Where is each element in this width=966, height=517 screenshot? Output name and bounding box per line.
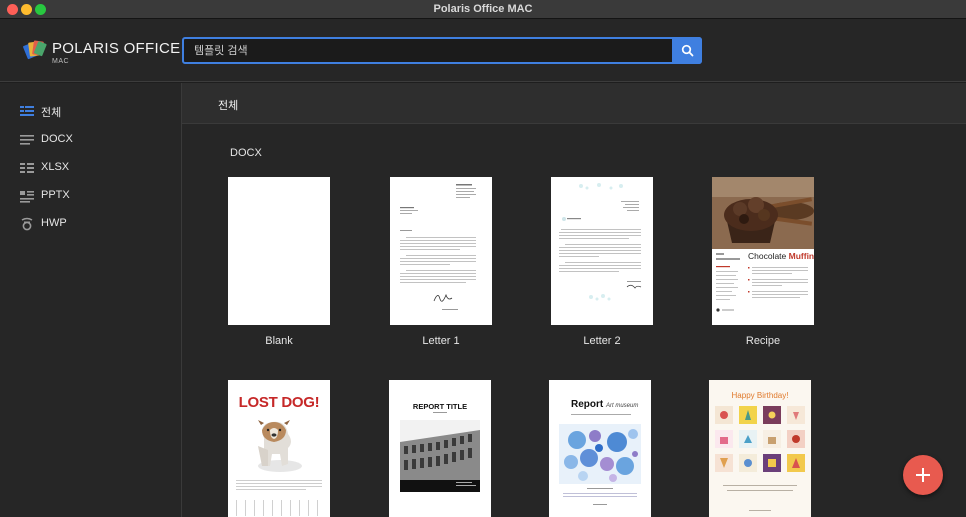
recipe-heading: Chocolate Muffin: [748, 251, 814, 261]
docx-lines-icon: [20, 135, 34, 145]
new-document-button[interactable]: [903, 455, 943, 495]
sidebar-item-pptx[interactable]: PPTX: [0, 185, 182, 207]
template-thumbnail-recipe: Chocolate Muffin: [712, 177, 814, 325]
birthday-heading: Happy Birthday!: [731, 391, 789, 400]
search-input[interactable]: [184, 39, 673, 62]
paint-splash-image: [559, 424, 641, 484]
report-title-heading: REPORT TITLE: [412, 402, 468, 411]
sidebar-item-label: DOCX: [41, 133, 73, 145]
all-grid-icon: [20, 106, 34, 116]
birthday-cards-grid: [715, 406, 805, 472]
template-thumbnail-lost-dog: LOST DOG!: [228, 380, 330, 517]
sidebar-item-label: XLSX: [41, 161, 70, 173]
sidebar-item-all[interactable]: 전체: [0, 100, 182, 122]
bulldog-photo: [236, 420, 322, 516]
category-tab-bar: 전체: [182, 83, 966, 124]
app-header: POLARIS OFFICE MAC: [0, 19, 966, 82]
logo-subtitle: MAC: [52, 58, 70, 65]
template-thumbnail-birthday: Happy Birthday!: [709, 380, 811, 517]
title-bar: Polaris Office MAC: [0, 0, 966, 19]
template-label: Letter 2: [583, 335, 621, 347]
search-icon: [681, 44, 693, 57]
template-gallery: 전체 DOCX Blank Letter 1 Letter 2 Chocolat…: [182, 83, 966, 517]
polaris-logo[interactable]: POLARIS OFFICE MAC: [22, 37, 180, 69]
xlsx-grid-icon: [20, 163, 34, 173]
window-title: Polaris Office MAC: [433, 3, 533, 15]
sidebar-item-xlsx[interactable]: XLSX: [0, 157, 182, 179]
pptx-slides-icon: [20, 191, 34, 203]
sidebar-item-label: 전체: [41, 107, 62, 119]
template-label: Blank: [265, 335, 293, 347]
template-search: [182, 37, 702, 64]
section-title-docx: DOCX: [230, 147, 262, 159]
template-thumbnail-report-art: Report Art museum: [549, 380, 651, 517]
search-button[interactable]: [672, 37, 702, 64]
plus-icon: [916, 468, 930, 482]
template-thumbnail-blank: [228, 177, 330, 325]
template-label: Letter 1: [422, 335, 460, 347]
template-thumbnail-report-title: REPORT TITLE: [389, 380, 491, 517]
sidebar-item-label: PPTX: [41, 189, 70, 201]
colosseum-photo: [400, 420, 480, 492]
template-thumbnail-letter-1: [390, 177, 492, 325]
report-art-heading: Report Art museum: [571, 399, 639, 410]
tab-all[interactable]: 전체: [218, 97, 238, 113]
template-thumbnail-letter-2: [551, 177, 653, 325]
template-label: Recipe: [745, 335, 781, 347]
sidebar-item-label: HWP: [41, 217, 67, 229]
polaris-logo-icon: [23, 40, 47, 60]
hwp-icon: [21, 217, 33, 231]
sidebar-item-docx[interactable]: DOCX: [0, 129, 182, 151]
sidebar: 전체 DOCX XLSX PPTX HWP: [0, 83, 182, 517]
sidebar-item-hwp[interactable]: HWP: [0, 213, 182, 235]
muffin-photo: [712, 177, 814, 249]
logo-wordmark: POLARIS OFFICE: [52, 40, 181, 57]
